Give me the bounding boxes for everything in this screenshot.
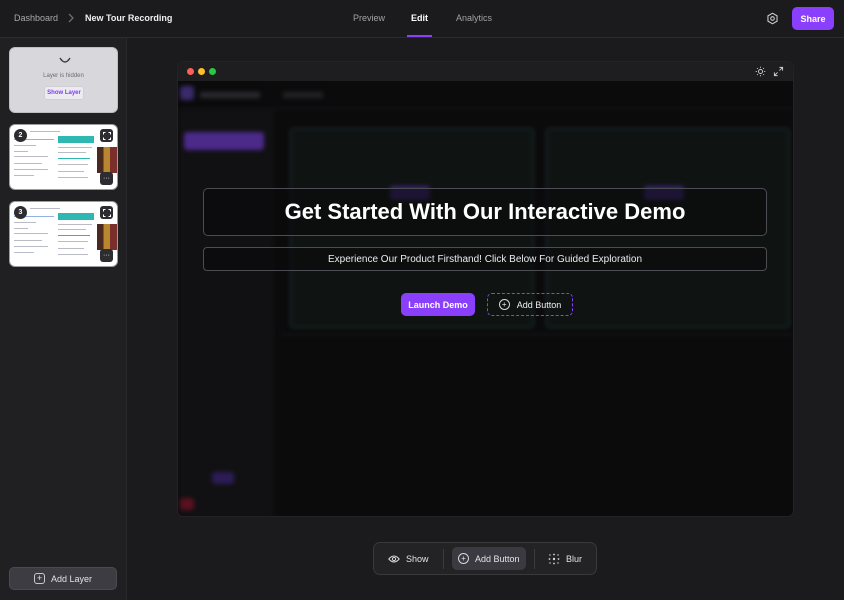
hero-title-box[interactable]: Get Started With Our Interactive Demo bbox=[203, 188, 767, 236]
gear-icon bbox=[766, 12, 779, 25]
thumb-line bbox=[14, 222, 36, 223]
blur-tool-label: Blur bbox=[566, 554, 582, 564]
tab-preview[interactable]: Preview bbox=[353, 13, 385, 23]
chevron-right-icon bbox=[66, 11, 76, 25]
thumb-line bbox=[58, 248, 84, 249]
window-close-dot bbox=[187, 68, 194, 75]
thumb-line bbox=[14, 246, 48, 247]
thumb-line bbox=[58, 171, 84, 172]
show-tool-label: Show bbox=[406, 554, 429, 564]
active-tab-indicator bbox=[407, 35, 432, 37]
browser-title-bar bbox=[178, 62, 794, 81]
plus-icon: + bbox=[34, 573, 45, 584]
layer-thumbnail[interactable]: 2 ··· bbox=[9, 124, 118, 190]
blur-dots-icon bbox=[548, 553, 560, 565]
hidden-layer-card[interactable]: Layer is hidden Show Layer bbox=[9, 47, 118, 113]
thumb-line bbox=[14, 252, 34, 253]
show-layer-button[interactable]: Show Layer bbox=[44, 86, 84, 100]
hero-subtitle-box[interactable]: Experience Our Product Firsthand! Click … bbox=[203, 247, 767, 271]
thumb-line bbox=[14, 228, 28, 229]
theme-toggle-icon[interactable] bbox=[755, 66, 766, 77]
plus-circle-icon: + bbox=[458, 553, 469, 564]
preview-canvas bbox=[177, 61, 794, 517]
blurred-text bbox=[200, 92, 260, 98]
blurred-avatar bbox=[180, 498, 194, 510]
layer-toolbar: Show + Add Button Blur bbox=[373, 542, 597, 575]
thumb-banner bbox=[58, 213, 94, 220]
blurred-nav-item bbox=[184, 132, 264, 150]
hero-subtitle: Experience Our Product Firsthand! Click … bbox=[328, 254, 642, 265]
share-button[interactable]: Share bbox=[792, 7, 834, 30]
blurred-sidebar bbox=[178, 109, 274, 517]
blur-tool-button[interactable]: Blur bbox=[542, 547, 588, 570]
thumb-line bbox=[14, 163, 42, 164]
loading-icon bbox=[59, 57, 71, 65]
layer-number-badge: 3 bbox=[14, 206, 27, 219]
blurred-divider bbox=[280, 334, 794, 335]
tab-analytics[interactable]: Analytics bbox=[456, 13, 492, 23]
toolbar-divider bbox=[443, 549, 444, 569]
window-maximize-dot bbox=[209, 68, 216, 75]
more-options-button[interactable]: ··· bbox=[100, 172, 113, 185]
expand-button[interactable] bbox=[100, 129, 113, 142]
layer-hidden-text: Layer is hidden bbox=[10, 73, 117, 79]
expand-button[interactable] bbox=[100, 206, 113, 219]
toolbar-divider bbox=[534, 549, 535, 569]
show-tool-button[interactable]: Show bbox=[382, 547, 435, 570]
thumb-image bbox=[97, 224, 117, 250]
thumb-line bbox=[58, 241, 88, 242]
thumb-image bbox=[97, 147, 117, 173]
thumb-line bbox=[30, 131, 60, 132]
thumb-line bbox=[14, 156, 48, 157]
settings-button[interactable] bbox=[764, 10, 781, 27]
launch-demo-button[interactable]: Launch Demo bbox=[401, 293, 475, 316]
breadcrumb-dashboard[interactable]: Dashboard bbox=[14, 13, 58, 23]
blurred-button bbox=[212, 472, 234, 484]
more-options-button[interactable]: ··· bbox=[100, 249, 113, 262]
thumb-line bbox=[14, 240, 42, 241]
thumb-line bbox=[58, 158, 90, 159]
top-bar: Dashboard New Tour Recording Preview Edi… bbox=[0, 0, 844, 38]
thumb-line bbox=[58, 224, 92, 225]
blurred-logo bbox=[180, 86, 194, 100]
add-button-placeholder[interactable]: + Add Button bbox=[487, 293, 573, 316]
layer-number-badge: 2 bbox=[14, 129, 27, 142]
blurred-text bbox=[283, 92, 323, 98]
thumb-line bbox=[58, 254, 88, 255]
add-button-label: Add Button bbox=[517, 300, 562, 310]
breadcrumb-current: New Tour Recording bbox=[85, 13, 172, 23]
hero-title: Get Started With Our Interactive Demo bbox=[285, 199, 686, 225]
thumb-line bbox=[58, 147, 92, 148]
thumb-line bbox=[58, 152, 86, 153]
tab-edit[interactable]: Edit bbox=[411, 13, 428, 23]
expand-icon bbox=[103, 209, 111, 217]
thumb-line bbox=[14, 175, 34, 176]
plus-circle-icon: + bbox=[499, 299, 510, 310]
add-layer-label: Add Layer bbox=[51, 574, 92, 584]
add-button-tool[interactable]: + Add Button bbox=[452, 547, 526, 570]
add-layer-button[interactable]: + Add Layer bbox=[9, 567, 117, 590]
thumb-line bbox=[14, 151, 28, 152]
eye-icon bbox=[388, 554, 400, 564]
expand-icon bbox=[103, 132, 111, 140]
thumb-line bbox=[58, 235, 90, 236]
window-minimize-dot bbox=[198, 68, 205, 75]
thumb-line bbox=[14, 145, 36, 146]
thumb-line bbox=[14, 233, 48, 234]
thumb-line bbox=[58, 229, 86, 230]
thumb-line bbox=[14, 169, 48, 170]
layers-sidebar: Layer is hidden Show Layer 2 ··· bbox=[0, 38, 127, 600]
thumb-line bbox=[58, 164, 88, 165]
thumb-line bbox=[30, 208, 60, 209]
thumb-banner bbox=[58, 136, 94, 143]
fullscreen-icon[interactable] bbox=[773, 66, 784, 77]
thumb-line bbox=[58, 177, 88, 178]
layer-thumbnail[interactable]: 3 ··· bbox=[9, 201, 118, 267]
add-button-tool-label: Add Button bbox=[475, 554, 520, 564]
